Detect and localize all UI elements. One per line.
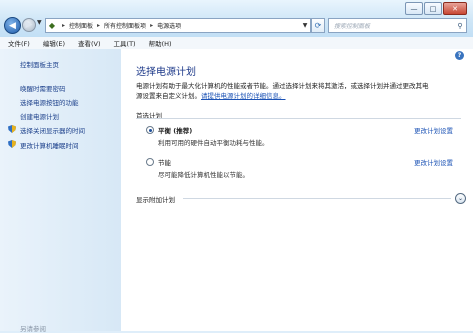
breadcrumb-power-options[interactable]: 电源选项 [157,21,181,30]
title-bar: — □ ✕ ◀ ▶ ▼ ◆ ▸ 控制面板 ▸ 所有控制面板项 ▸ 电源选项 ▼ … [0,0,473,37]
search-box[interactable]: 搜索控制面板 ⚲ [328,18,467,33]
shield-icon [8,125,16,133]
menu-file[interactable]: 文件(F) [0,38,35,48]
plan-balanced-name[interactable]: 平衡 (推荐) [158,125,192,135]
sidebar-item-wake-password[interactable]: 唤醒时需要密码 [20,83,66,93]
description-line-2: 源设置来自定义计划。请提供电源计划的详细信息。 [136,90,286,100]
control-panel-icon: ◆ [48,21,56,30]
menu-help[interactable]: 帮助(H) [141,38,177,48]
plan-balanced-description: 利用可用的硬件自动平衡功耗与性能。 [158,139,269,147]
help-icon[interactable]: ? [455,51,464,60]
address-bar[interactable]: ◆ ▸ 控制面板 ▸ 所有控制面板项 ▸ 电源选项 ▼ [45,18,311,33]
sidebar-item-create-plan[interactable]: 创建电源计划 [20,111,59,121]
sidebar: 控制面板主页 唤醒时需要密码 选择电源按钮的功能 创建电源计划 选择关闭显示器的… [0,49,121,333]
breadcrumb-arrow-icon[interactable]: ▸ [97,22,100,29]
forward-button[interactable]: ▶ [22,18,36,32]
plan-power-saver-name[interactable]: 节能 [158,157,171,167]
breadcrumb-arrow-icon[interactable]: ▸ [150,22,153,29]
shield-icon [8,140,16,148]
sidebar-item-sleep-time[interactable]: 更改计算机睡眠时间 [20,140,79,150]
window-controls: — □ ✕ [404,2,467,15]
recent-pages-dropdown-icon[interactable]: ▼ [37,19,42,26]
sidebar-item-home[interactable]: 控制面板主页 [20,59,59,69]
menu-edit[interactable]: 编辑(E) [35,38,70,48]
plan-power-saver-description: 尽可能降低计算机性能以节能。 [158,171,249,179]
description-line-1: 电源计划有助于最大化计算机的性能或者节能。通过选择计划来将其激活，或选择计划并通… [136,82,429,90]
breadcrumb-control-panel[interactable]: 控制面板 [69,21,93,30]
minimize-button[interactable]: — [405,2,423,15]
maximize-button[interactable]: □ [424,2,442,15]
section-divider [183,198,451,199]
page-title: 选择电源计划 [136,67,196,78]
plan-balanced-change-settings-link[interactable]: 更改计划设置 [414,125,453,135]
show-additional-plans-label[interactable]: 显示附加计划 [136,194,175,204]
search-input[interactable]: 搜索控制面板 [329,21,370,30]
refresh-button[interactable]: ⟳ [311,18,325,33]
sidebar-item-power-buttons[interactable]: 选择电源按钮的功能 [20,97,79,107]
see-also-heading: 另请参阅 [20,325,46,333]
breadcrumb-all-items[interactable]: 所有控制面板项 [104,21,146,30]
menu-view[interactable]: 查看(V) [70,38,106,48]
plan-power-saver-change-settings-link[interactable]: 更改计划设置 [414,157,453,167]
description-text: 源设置来自定义计划。 [136,92,201,100]
menu-tools[interactable]: 工具(T) [106,38,141,48]
breadcrumb-arrow-icon[interactable]: ▸ [62,22,65,29]
plan-balanced-radio[interactable] [146,126,154,134]
close-button[interactable]: ✕ [443,2,467,15]
back-button[interactable]: ◀ [4,17,21,34]
section-divider [136,118,461,119]
plan-power-saver-radio[interactable] [146,158,154,166]
plan-details-link[interactable]: 请提供电源计划的详细信息。 [201,92,286,100]
main-content: ? 选择电源计划 电源计划有助于最大化计算机的性能或者节能。通过选择计划来将其激… [121,49,473,331]
search-icon[interactable]: ⚲ [454,22,466,30]
chevron-down-icon[interactable]: ⌄ [455,193,466,204]
address-dropdown-icon[interactable]: ▼ [300,22,310,29]
sidebar-item-display-off[interactable]: 选择关闭显示器的时间 [20,125,85,135]
